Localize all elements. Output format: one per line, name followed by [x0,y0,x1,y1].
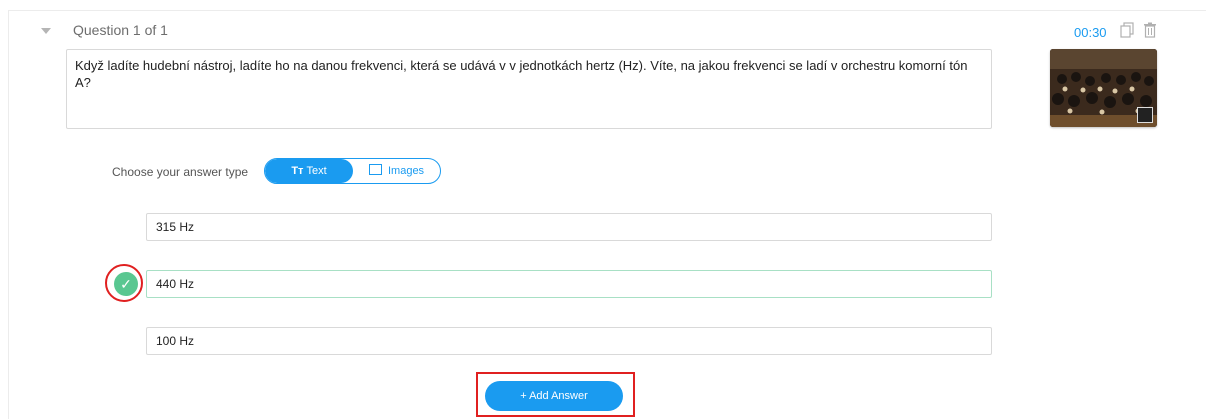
answer-field[interactable]: 315 Hz [146,213,992,241]
question-counter: Question 1 of 1 [73,22,168,38]
question-image[interactable] [1050,49,1157,127]
answer-type-label: Choose your answer type [112,165,249,179]
copy-icon[interactable] [1120,22,1134,38]
answer-type-toggle: Tт Text Images [264,158,441,184]
trash-icon[interactable] [1143,22,1157,38]
chevron-down-icon[interactable] [41,28,51,34]
answer-field-correct[interactable]: 440 Hz [146,270,992,298]
question-timer[interactable]: 00:30 [1074,25,1107,40]
answer-type-text-option[interactable]: Tт Text [265,159,353,183]
image-icon [368,164,382,175]
text-option-label: Text [306,165,327,177]
text-type-icon: Tт [291,165,304,177]
check-icon[interactable]: ✓ [114,272,138,296]
image-trash-icon[interactable] [1137,107,1153,123]
add-answer-button[interactable]: + Add Answer [485,381,623,411]
images-option-label: Images [387,165,425,177]
answer-field[interactable]: 100 Hz [146,327,992,355]
answer-type-images-option[interactable]: Images [353,159,440,183]
question-text-field[interactable]: Když ladíte hudební nástroj, ladíte ho n… [66,49,992,129]
